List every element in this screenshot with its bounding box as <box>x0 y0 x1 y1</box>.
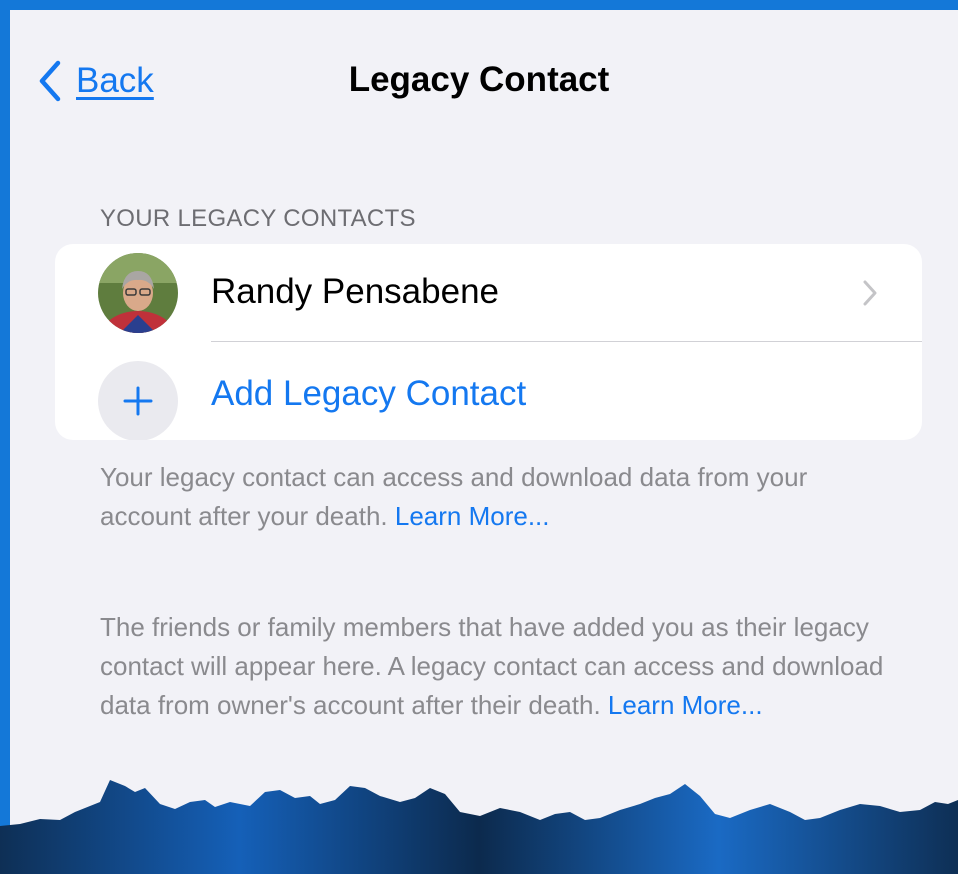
avatar-photo-icon <box>98 253 178 333</box>
section-header: YOUR LEGACY CONTACTS <box>100 205 416 232</box>
add-legacy-contact-label: Add Legacy Contact <box>211 374 527 413</box>
learn-more-link-2[interactable]: Learn More... <box>608 690 763 720</box>
plus-icon <box>123 386 153 416</box>
others-footer-body: The friends or family members that have … <box>100 612 884 720</box>
others-footer-text: The friends or family members that have … <box>100 608 890 725</box>
avatar <box>98 253 178 333</box>
contact-name: Randy Pensabene <box>211 272 499 311</box>
plus-circle <box>98 361 178 440</box>
legacy-contact-row[interactable]: Randy Pensabene <box>55 244 922 342</box>
legacy-contact-screen: Back Legacy Contact YOUR LEGACY CONTACTS… <box>10 10 958 874</box>
torn-edge-decoration <box>0 780 958 874</box>
learn-more-link[interactable]: Learn More... <box>395 501 550 531</box>
owner-footer-text: Your legacy contact can access and downl… <box>100 458 890 536</box>
legacy-contacts-card: Randy Pensabene Add Legacy Contact <box>55 244 922 440</box>
chevron-right-icon <box>863 280 877 306</box>
page-title: Legacy Contact <box>348 60 610 99</box>
add-legacy-contact-button[interactable]: Add Legacy Contact <box>55 342 922 440</box>
